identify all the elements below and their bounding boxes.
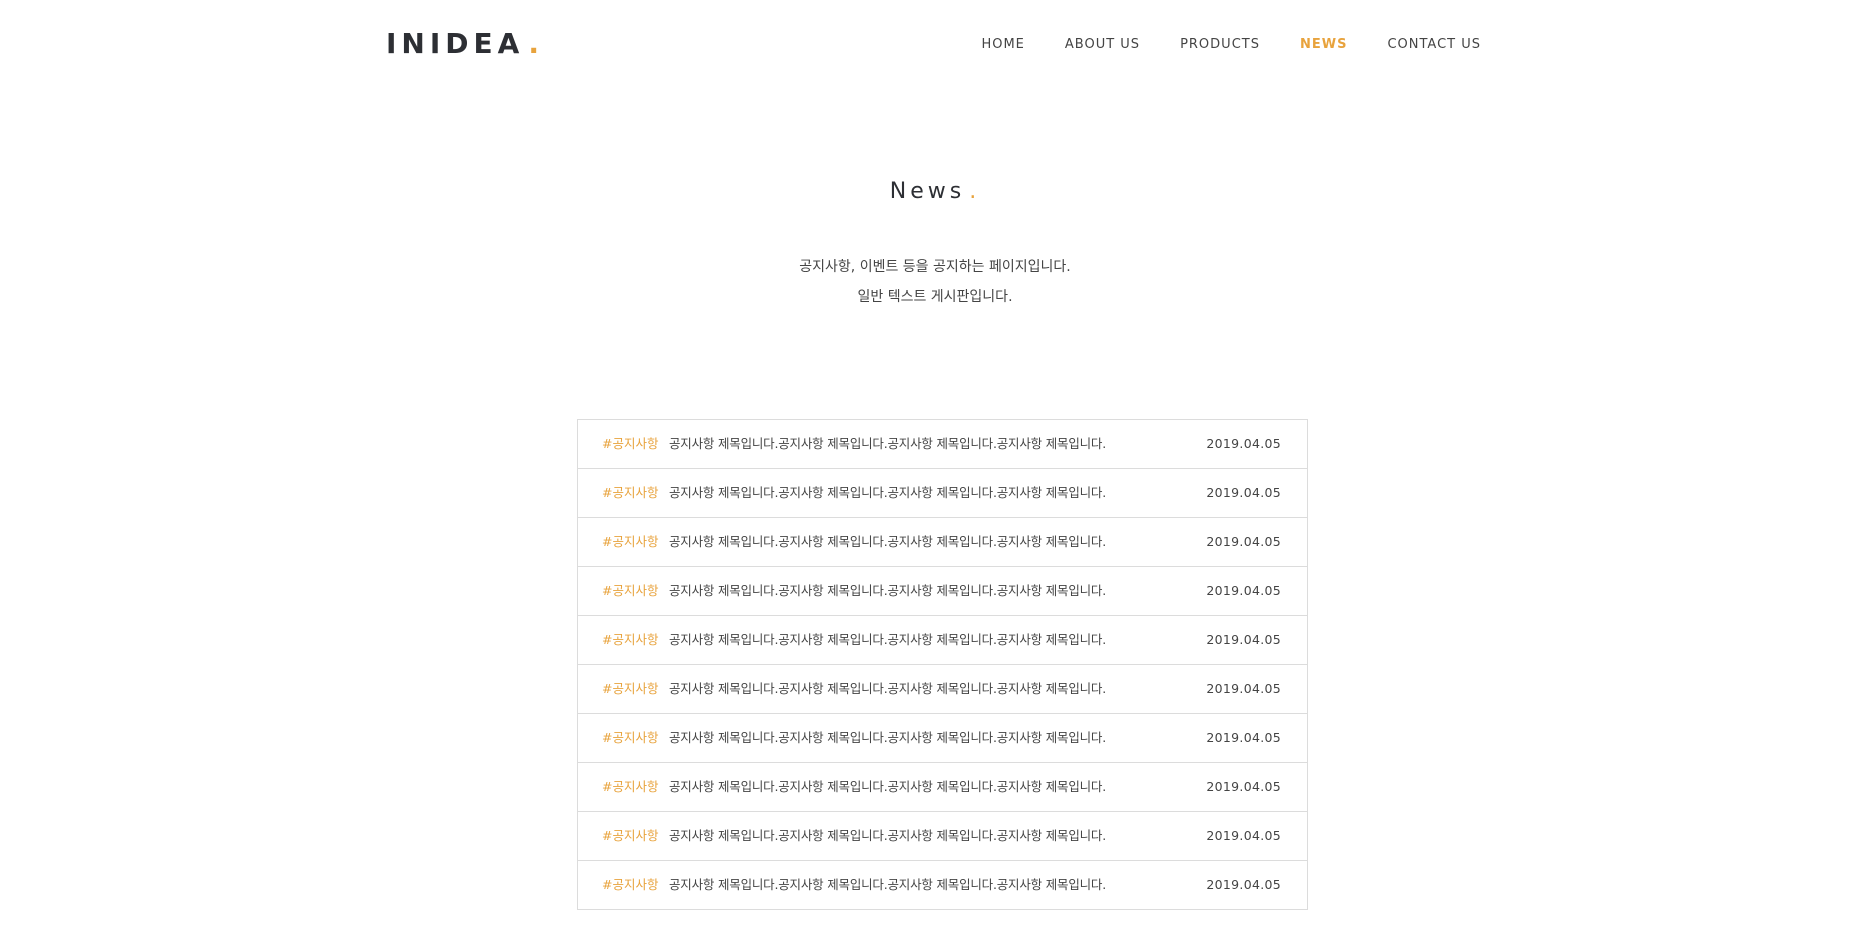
nav-item-contact-us[interactable]: CONTACT US bbox=[1387, 36, 1481, 54]
nav-item-products[interactable]: PRODUCTS bbox=[1180, 36, 1260, 54]
intro-line-1: 공지사항, 이벤트 등을 공지하는 페이지입니다. bbox=[799, 259, 1071, 275]
post-date: 2019.04.05 bbox=[1206, 681, 1281, 696]
list-item[interactable]: #공지사항 공지사항 제목입니다.공지사항 제목입니다.공지사항 제목입니다.공지… bbox=[578, 420, 1307, 468]
list-item[interactable]: #공지사항 공지사항 제목입니다.공지사항 제목입니다.공지사항 제목입니다.공지… bbox=[578, 713, 1307, 762]
brand-name: INIDEA bbox=[386, 27, 525, 60]
post-title-link[interactable]: 공지사항 제목입니다.공지사항 제목입니다.공지사항 제목입니다.공지사항 제목… bbox=[669, 763, 1106, 811]
post-title-link[interactable]: 공지사항 제목입니다.공지사항 제목입니다.공지사항 제목입니다.공지사항 제목… bbox=[669, 567, 1106, 615]
post-date: 2019.04.05 bbox=[1206, 534, 1281, 549]
post-category-tag[interactable]: #공지사항 bbox=[602, 763, 658, 811]
post-date: 2019.04.05 bbox=[1206, 730, 1281, 745]
post-category-tag[interactable]: #공지사항 bbox=[602, 420, 658, 468]
post-category-tag[interactable]: #공지사항 bbox=[602, 567, 658, 615]
list-item[interactable]: #공지사항 공지사항 제목입니다.공지사항 제목입니다.공지사항 제목입니다.공지… bbox=[578, 615, 1307, 664]
list-item[interactable]: #공지사항 공지사항 제목입니다.공지사항 제목입니다.공지사항 제목입니다.공지… bbox=[578, 664, 1307, 713]
post-category-tag[interactable]: #공지사항 bbox=[602, 616, 658, 664]
post-title-link[interactable]: 공지사항 제목입니다.공지사항 제목입니다.공지사항 제목입니다.공지사항 제목… bbox=[669, 420, 1106, 468]
site-header: INIDEA. HOME ABOUT US PRODUCTS NEWS CONT… bbox=[0, 0, 1870, 90]
nav-item-news[interactable]: NEWS bbox=[1300, 36, 1347, 54]
post-title-link[interactable]: 공지사항 제목입니다.공지사항 제목입니다.공지사항 제목입니다.공지사항 제목… bbox=[669, 714, 1106, 762]
post-title-link[interactable]: 공지사항 제목입니다.공지사항 제목입니다.공지사항 제목입니다.공지사항 제목… bbox=[669, 665, 1106, 713]
page-intro: 공지사항, 이벤트 등을 공지하는 페이지입니다. 일반 텍스트 게시판입니다. bbox=[0, 252, 1870, 312]
post-category-tag[interactable]: #공지사항 bbox=[602, 714, 658, 762]
brand-logo[interactable]: INIDEA. bbox=[386, 26, 544, 62]
post-category-tag[interactable]: #공지사항 bbox=[602, 812, 658, 860]
post-category-tag[interactable]: #공지사항 bbox=[602, 861, 658, 909]
post-category-tag[interactable]: #공지사항 bbox=[602, 518, 658, 566]
list-item[interactable]: #공지사항 공지사항 제목입니다.공지사항 제목입니다.공지사항 제목입니다.공지… bbox=[578, 811, 1307, 860]
main-nav: HOME ABOUT US PRODUCTS NEWS CONTACT US bbox=[941, 36, 1481, 54]
intro-line-2: 일반 텍스트 게시판입니다. bbox=[857, 289, 1013, 305]
post-category-tag[interactable]: #공지사항 bbox=[602, 469, 658, 517]
post-date: 2019.04.05 bbox=[1206, 828, 1281, 843]
post-date: 2019.04.05 bbox=[1206, 632, 1281, 647]
post-title-link[interactable]: 공지사항 제목입니다.공지사항 제목입니다.공지사항 제목입니다.공지사항 제목… bbox=[669, 518, 1106, 566]
post-date: 2019.04.05 bbox=[1206, 485, 1281, 500]
post-date: 2019.04.05 bbox=[1206, 583, 1281, 598]
notice-board: #공지사항 공지사항 제목입니다.공지사항 제목입니다.공지사항 제목입니다.공지… bbox=[577, 419, 1308, 910]
list-item[interactable]: #공지사항 공지사항 제목입니다.공지사항 제목입니다.공지사항 제목입니다.공지… bbox=[578, 468, 1307, 517]
post-title-link[interactable]: 공지사항 제목입니다.공지사항 제목입니다.공지사항 제목입니다.공지사항 제목… bbox=[669, 469, 1106, 517]
post-title-link[interactable]: 공지사항 제목입니다.공지사항 제목입니다.공지사항 제목입니다.공지사항 제목… bbox=[669, 812, 1106, 860]
post-category-tag[interactable]: #공지사항 bbox=[602, 665, 658, 713]
post-date: 2019.04.05 bbox=[1206, 436, 1281, 451]
post-date: 2019.04.05 bbox=[1206, 877, 1281, 892]
post-title-link[interactable]: 공지사항 제목입니다.공지사항 제목입니다.공지사항 제목입니다.공지사항 제목… bbox=[669, 616, 1106, 664]
list-item[interactable]: #공지사항 공지사항 제목입니다.공지사항 제목입니다.공지사항 제목입니다.공지… bbox=[578, 860, 1307, 909]
nav-item-about-us[interactable]: ABOUT US bbox=[1065, 36, 1140, 54]
brand-dot: . bbox=[528, 27, 544, 60]
page-title: News. bbox=[0, 176, 1870, 208]
post-date: 2019.04.05 bbox=[1206, 779, 1281, 794]
page-title-dot: . bbox=[969, 179, 981, 204]
page-title-text: News bbox=[889, 179, 966, 204]
post-title-link[interactable]: 공지사항 제목입니다.공지사항 제목입니다.공지사항 제목입니다.공지사항 제목… bbox=[669, 861, 1106, 909]
list-item[interactable]: #공지사항 공지사항 제목입니다.공지사항 제목입니다.공지사항 제목입니다.공지… bbox=[578, 566, 1307, 615]
nav-item-home[interactable]: HOME bbox=[981, 36, 1024, 54]
list-item[interactable]: #공지사항 공지사항 제목입니다.공지사항 제목입니다.공지사항 제목입니다.공지… bbox=[578, 517, 1307, 566]
list-item[interactable]: #공지사항 공지사항 제목입니다.공지사항 제목입니다.공지사항 제목입니다.공지… bbox=[578, 762, 1307, 811]
